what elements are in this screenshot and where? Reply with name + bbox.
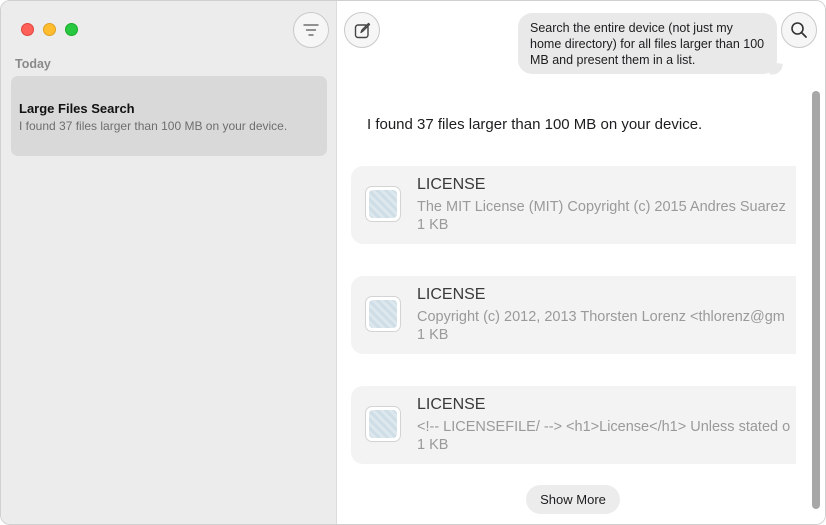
chat-panel: Search the entire device (not just my ho…	[338, 1, 825, 524]
app-window: Today Large Files Search I found 37 file…	[0, 0, 826, 525]
file-card[interactable]: LICENSE The MIT License (MIT) Copyright …	[351, 166, 796, 244]
bubble-tail	[769, 62, 783, 76]
file-description: Copyright (c) 2012, 2013 Thorsten Lorenz…	[417, 309, 785, 325]
file-size: 1 KB	[417, 327, 449, 343]
scrollbar-thumb[interactable]	[812, 91, 820, 509]
compose-icon	[354, 22, 370, 38]
user-message-bubble: Search the entire device (not just my ho…	[518, 13, 777, 74]
sidebar: Today Large Files Search I found 37 file…	[1, 1, 337, 524]
file-icon	[365, 296, 401, 332]
close-window-button[interactable]	[21, 23, 34, 36]
file-description: <!-- LICENSEFILE/ --> <h1>License</h1> U…	[417, 419, 791, 435]
scrollbar[interactable]	[809, 91, 821, 511]
section-label-today: Today	[15, 57, 51, 71]
zoom-window-button[interactable]	[65, 23, 78, 36]
filter-icon	[303, 24, 319, 36]
file-description: The MIT License (MIT) Copyright (c) 2015…	[417, 199, 786, 215]
conversation-subtitle: I found 37 files larger than 100 MB on y…	[19, 119, 288, 133]
file-name: LICENSE	[417, 286, 486, 303]
window-controls	[21, 23, 78, 36]
file-icon	[365, 406, 401, 442]
file-name: LICENSE	[417, 396, 486, 413]
file-name: LICENSE	[417, 176, 486, 193]
show-more-button[interactable]: Show More	[526, 485, 620, 514]
file-card[interactable]: LICENSE Copyright (c) 2012, 2013 Thorste…	[351, 276, 796, 354]
assistant-reply: I found 37 files larger than 100 MB on y…	[367, 116, 703, 133]
conversation-title: Large Files Search	[19, 101, 135, 116]
filter-button[interactable]	[293, 12, 329, 48]
conversation-item-large-files-search[interactable]: Large Files Search I found 37 files larg…	[11, 76, 327, 156]
file-icon	[365, 186, 401, 222]
search-button[interactable]	[781, 12, 817, 48]
new-chat-button[interactable]	[344, 12, 380, 48]
search-icon	[791, 22, 807, 38]
file-size: 1 KB	[417, 217, 449, 233]
file-size: 1 KB	[417, 437, 449, 453]
minimize-window-button[interactable]	[43, 23, 56, 36]
file-card[interactable]: LICENSE <!-- LICENSEFILE/ --> <h1>Licens…	[351, 386, 796, 464]
